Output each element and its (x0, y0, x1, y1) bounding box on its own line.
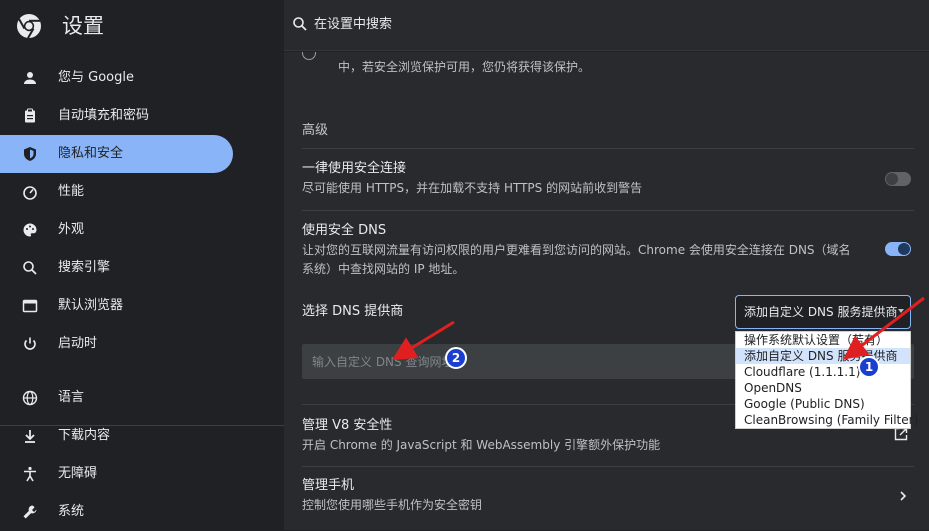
sidebar-item-search-engine[interactable]: 搜索引擎 (0, 249, 233, 287)
sidebar-item-appearance[interactable]: 外观 (0, 211, 233, 249)
radio-button[interactable] (302, 52, 316, 60)
dns-option-cleanbrowsing[interactable]: CleanBrowsing (Family Filter) (736, 412, 918, 428)
palette-icon (23, 223, 37, 237)
row-separator (302, 210, 914, 211)
v8-security-description: 开启 Chrome 的 JavaScript 和 WebAssembly 引擎额… (302, 438, 661, 452)
person-icon (24, 72, 36, 84)
sidebar-item-default-browser[interactable]: 默认浏览器 (0, 287, 233, 325)
sidebar-item-label: 自动填充和密码 (58, 108, 150, 123)
dns-option-custom[interactable]: 添加自定义 DNS 服务提供商 (736, 348, 910, 364)
clipboard-icon (25, 108, 35, 123)
browser-icon (22, 299, 38, 313)
globe-icon (22, 390, 38, 406)
accessibility-icon (24, 466, 36, 482)
sidebar-item-label: 下载内容 (58, 428, 111, 443)
always-secure-toggle[interactable] (885, 172, 911, 186)
sidebar-item-downloads[interactable]: 下载内容 (0, 417, 233, 455)
chevron-right-icon[interactable] (899, 491, 907, 501)
manage-phones-title: 管理手机 (302, 478, 355, 493)
v8-security-title: 管理 V8 安全性 (302, 418, 393, 433)
secure-dns-toggle[interactable] (885, 242, 911, 256)
sidebar-item-label: 启动时 (58, 336, 98, 351)
search-icon (293, 17, 307, 31)
app-title: 设置 (62, 14, 104, 38)
sidebar-item-performance[interactable]: 性能 (0, 173, 233, 211)
dns-provider-select[interactable]: 添加自定义 DNS 服务提供商 (735, 295, 911, 329)
dns-provider-label: 选择 DNS 提供商 (302, 304, 404, 319)
secure-dns-description-line2: 系统）中查找网站的 IP 地址。 (302, 262, 465, 276)
custom-dns-placeholder: 输入自定义 DNS 查询网址 (312, 355, 454, 369)
search-icon (23, 261, 37, 275)
dns-option-opendns[interactable]: OpenDNS (736, 380, 910, 396)
chevron-down-icon (898, 309, 904, 313)
chrome-logo-icon (17, 14, 41, 39)
sidebar-item-system[interactable]: 系统 (0, 493, 233, 531)
settings-search-bar[interactable]: 在设置中搜索 (284, 0, 929, 51)
dns-option-cloudflare[interactable]: Cloudflare (1.1.1.1) (736, 364, 910, 380)
settings-main-panel: 中，若安全浏览保护可用，您仍将获得该保护。 高级 一律使用安全连接 尽可能使用 … (284, 52, 929, 530)
download-icon (25, 430, 35, 443)
sidebar-item-accessibility[interactable]: 无障碍 (0, 455, 233, 493)
sidebar-item-label: 外观 (58, 222, 85, 237)
always-secure-title: 一律使用安全连接 (302, 161, 407, 176)
sidebar-item-label: 您与 Google (58, 70, 134, 85)
row-separator (302, 466, 914, 467)
annotation-badge-2: 2 (445, 347, 467, 369)
external-link-icon[interactable] (894, 427, 908, 441)
sidebar-item-you-and-google[interactable]: 您与 Google (0, 59, 233, 97)
section-heading-advanced: 高级 (302, 123, 329, 138)
top-bar: 设置 在设置中搜索 (0, 0, 929, 52)
sidebar-item-label: 隐私和安全 (58, 146, 124, 161)
toggle-knob (898, 243, 910, 255)
sidebar: 您与 Google 自动填充和密码 隐私和安全 性能 外观 搜索引擎 默认浏览器… (0, 52, 284, 530)
speedometer-icon (23, 186, 37, 200)
wrench-icon (23, 505, 37, 519)
search-input[interactable]: 在设置中搜索 (314, 16, 392, 34)
sidebar-item-privacy-security[interactable]: 隐私和安全 (0, 135, 233, 173)
dns-provider-selected: 添加自定义 DNS 服务提供商 (744, 305, 898, 319)
shield-icon (24, 147, 36, 161)
dns-provider-dropdown: 操作系统默认设置（若有） 添加自定义 DNS 服务提供商 Cloudflare … (735, 331, 918, 429)
sidebar-item-label: 系统 (58, 504, 85, 519)
manage-phones-description: 控制您使用哪些手机作为安全密钥 (302, 498, 483, 512)
sidebar-item-label: 搜索引擎 (58, 260, 111, 275)
sidebar-item-label: 无障碍 (58, 466, 98, 481)
secure-dns-description: 让对您的互联网流量有访问权限的用户更难看到您访问的网站。Chrome 会使用安全… (302, 243, 851, 257)
dns-option-google[interactable]: Google (Public DNS) (736, 396, 910, 412)
sidebar-item-autofill[interactable]: 自动填充和密码 (0, 97, 233, 135)
sidebar-item-label: 性能 (58, 184, 85, 199)
secure-dns-title: 使用安全 DNS (302, 223, 387, 238)
cut-off-description: 中，若安全浏览保护可用，您仍将获得该保护。 (338, 60, 591, 74)
annotation-badge-1: 1 (858, 356, 880, 378)
sidebar-item-label: 语言 (58, 390, 85, 405)
sidebar-item-languages[interactable]: 语言 (0, 379, 233, 417)
power-icon (24, 337, 36, 350)
dns-option-os-default[interactable]: 操作系统默认设置（若有） (736, 332, 910, 348)
row-separator (302, 148, 914, 149)
toggle-knob (886, 173, 898, 185)
sidebar-item-on-startup[interactable]: 启动时 (0, 325, 233, 363)
always-secure-description: 尽可能使用 HTTPS，并在加载不支持 HTTPS 的网站前收到警告 (302, 181, 643, 195)
sidebar-item-label: 默认浏览器 (58, 298, 124, 313)
